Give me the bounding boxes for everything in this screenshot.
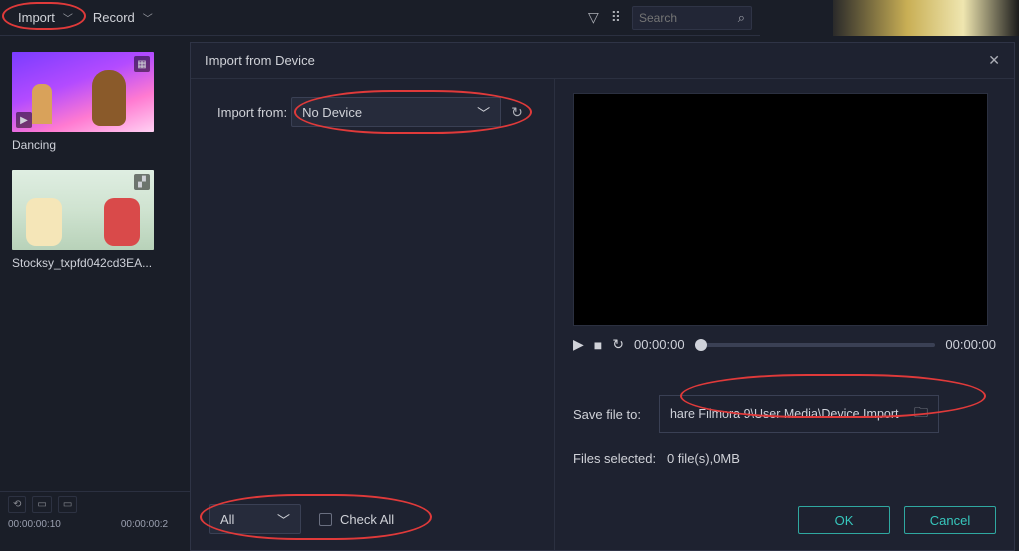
checkbox-icon — [319, 513, 332, 526]
filter-select-value: All — [220, 512, 234, 527]
timeline-ruler: 00:00:00:10 00:00:00:2 — [8, 519, 182, 530]
import-from-label: Import from: — [217, 105, 287, 120]
media-thumb[interactable]: ▦ ▶ — [12, 52, 154, 132]
time-start: 00:00:00 — [634, 337, 685, 352]
timeline-panel: ⟲ ▭ ▭ 00:00:00:10 00:00:00:2 — [0, 491, 190, 551]
stop-icon[interactable]: ■ — [594, 337, 602, 353]
chevron-down-icon: ﹀ — [63, 10, 73, 25]
play-icon[interactable]: ▶ — [573, 336, 584, 353]
timeline-controls: ⟲ ▭ ▭ — [8, 496, 182, 513]
video-badge-icon: ▶ — [16, 112, 32, 128]
media-label: Stocksy_txpfd042cd3EA... — [12, 256, 154, 270]
import-dialog: Import from Device ✕ Import from: No Dev… — [190, 42, 1015, 551]
dialog-right-pane: ▶ ■ ↻ 00:00:00 00:00:00 Save file to: ha… — [555, 79, 1014, 550]
files-selected-label: Files selected: — [573, 451, 656, 466]
search-input[interactable] — [639, 11, 719, 25]
folder-badge-icon: ▦ — [134, 56, 150, 72]
save-path-value: hare Filmora 9\User Media\Device Import — [670, 407, 899, 421]
timecode: 00:00:00:2 — [121, 519, 168, 530]
media-panel: ▦ ▶ Dancing ▞ Stocksy_txpfd042cd3EA... — [0, 36, 190, 491]
record-menu[interactable]: Record ﹀ — [83, 6, 163, 29]
files-selected-row: Files selected: 0 file(s),0MB — [573, 451, 996, 466]
dialog-title: Import from Device — [205, 53, 315, 68]
play-bar: ▶ ■ ↻ 00:00:00 00:00:00 — [573, 336, 996, 353]
save-path-field[interactable]: hare Filmora 9\User Media\Device Import … — [659, 395, 939, 433]
tl-btn[interactable]: ▭ — [32, 496, 51, 513]
search-box[interactable]: ⌕ — [632, 6, 752, 30]
ok-button[interactable]: OK — [798, 506, 890, 534]
loop-icon[interactable]: ↻ — [612, 336, 624, 353]
record-menu-label: Record — [93, 10, 135, 25]
filter-icon[interactable]: ▽ — [588, 9, 599, 26]
dialog-titlebar: Import from Device ✕ — [191, 43, 1014, 79]
search-icon: ⌕ — [738, 10, 745, 26]
tl-btn[interactable]: ⟲ — [8, 496, 26, 513]
files-selected-value: 0 file(s),0MB — [667, 451, 740, 466]
check-all[interactable]: Check All — [319, 512, 394, 527]
seek-slider[interactable] — [695, 343, 936, 347]
cancel-label: Cancel — [930, 513, 970, 528]
filter-select[interactable]: All ﹀ — [209, 504, 301, 534]
check-all-label: Check All — [340, 512, 394, 527]
ok-label: OK — [835, 513, 854, 528]
cancel-button[interactable]: Cancel — [904, 506, 996, 534]
import-menu-label: Import — [18, 10, 55, 25]
topbar-right: ▽ ⠿ ⌕ — [588, 6, 752, 30]
image-badge-icon: ▞ — [134, 174, 150, 190]
folder-icon[interactable]: 🗀 — [914, 402, 928, 426]
dialog-left-pane: Import from: No Device ﹀ ↻ All ﹀ Check A… — [191, 79, 555, 550]
media-thumb[interactable]: ▞ — [12, 170, 154, 250]
timecode: 00:00:00:10 — [8, 519, 61, 530]
chevron-down-icon: ﹀ — [477, 103, 490, 122]
topbar: Import ﹀ Record ﹀ ▽ ⠿ ⌕ — [0, 0, 760, 36]
close-icon[interactable]: ✕ — [988, 52, 1000, 69]
preview-strip — [833, 0, 1019, 36]
chevron-down-icon: ﹀ — [143, 10, 153, 25]
device-select-value: No Device — [302, 105, 362, 120]
save-to-label: Save file to: — [573, 407, 641, 422]
device-select[interactable]: No Device ﹀ — [291, 97, 501, 127]
time-end: 00:00:00 — [945, 337, 996, 352]
grid-view-icon[interactable]: ⠿ — [611, 9, 620, 26]
preview-area — [573, 93, 988, 326]
refresh-icon[interactable]: ↻ — [511, 104, 523, 121]
tl-btn[interactable]: ▭ — [58, 496, 77, 513]
media-label: Dancing — [12, 138, 154, 152]
import-menu[interactable]: Import ﹀ — [8, 6, 83, 29]
chevron-down-icon: ﹀ — [277, 510, 290, 529]
